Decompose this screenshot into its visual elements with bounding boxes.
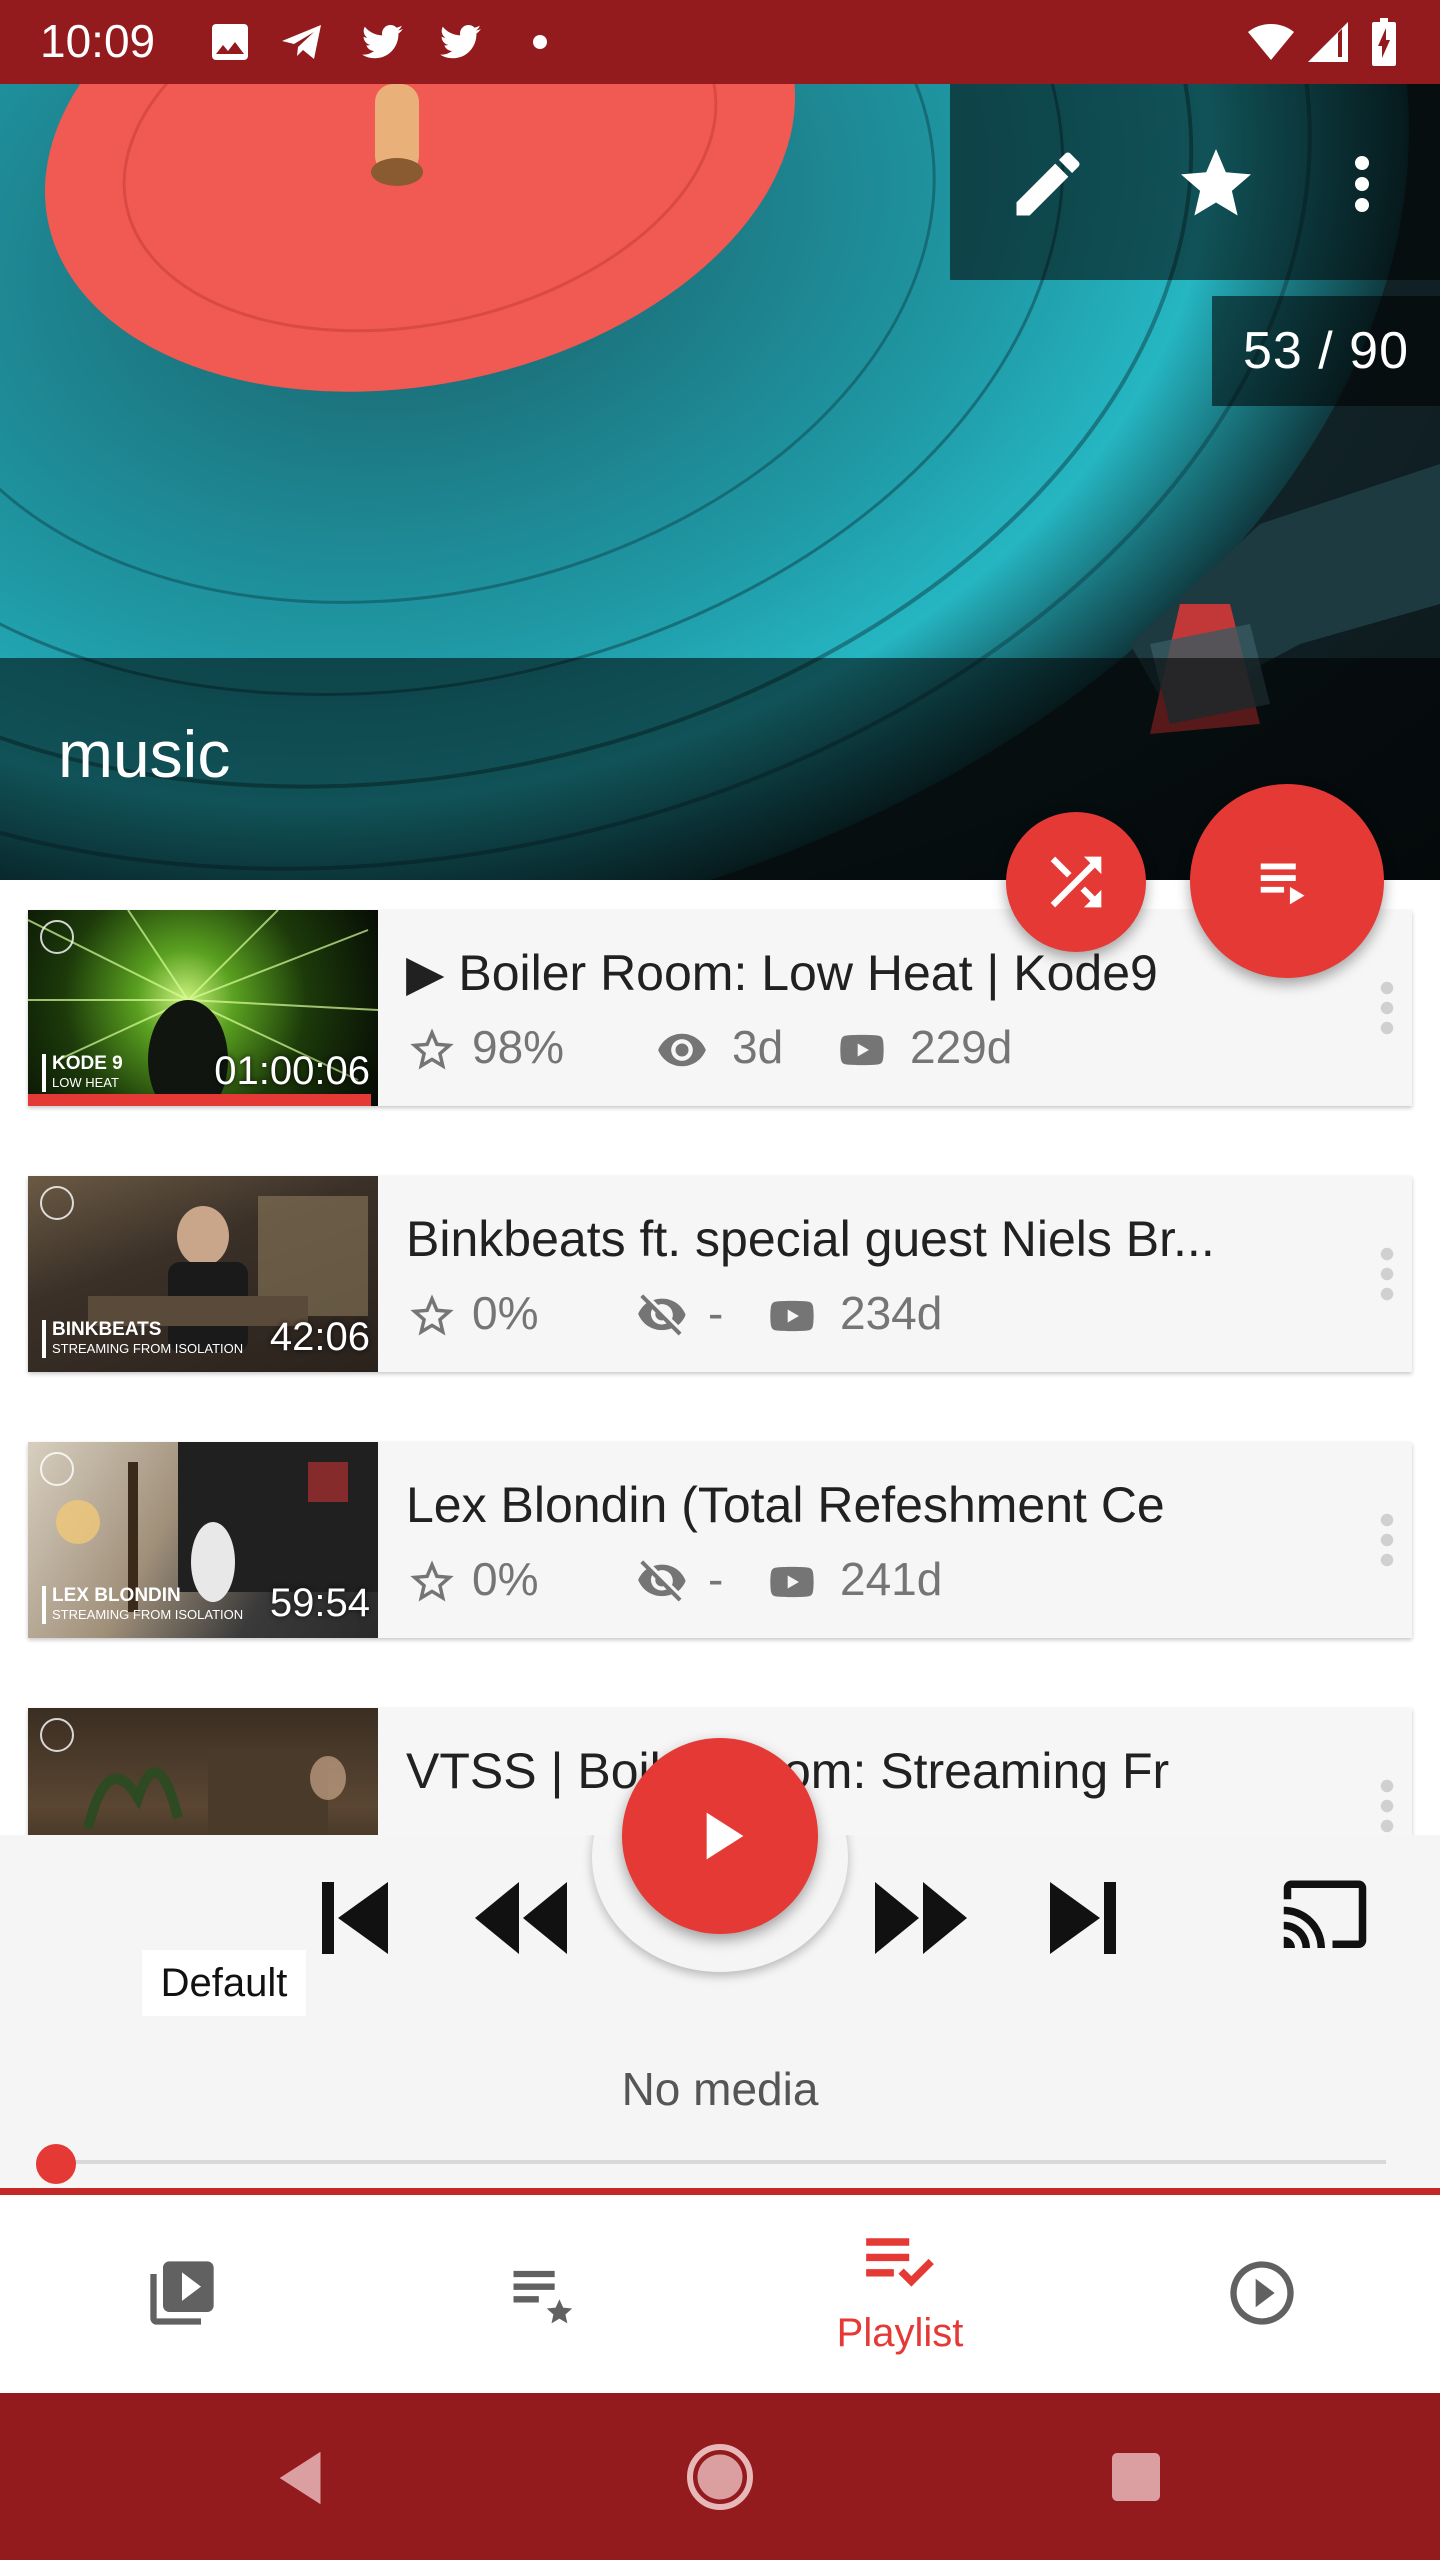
- thumbnail-caption: BINKBEATS STREAMING FROM ISOLATION: [42, 1320, 243, 1358]
- rating-text: 98%: [472, 1021, 565, 1073]
- nav-item-library[interactable]: [0, 2195, 360, 2393]
- playlist-star-icon: [513, 2270, 573, 2324]
- watched-text: -: [708, 1287, 724, 1339]
- video-thumbnail[interactable]: LEX BLONDIN STREAMING FROM ISOLATION 59:5…: [28, 1442, 378, 1638]
- edit-icon[interactable]: [1006, 142, 1090, 226]
- channel-logo: [40, 1718, 74, 1752]
- rating-text: 0%: [472, 1287, 539, 1339]
- list-item[interactable]: KODE 9 LOW HEAT 01:00:06 ▶ Boiler Room: L…: [28, 910, 1412, 1106]
- watched-text: 3d: [732, 1021, 784, 1073]
- nav-item-playlist[interactable]: Playlist: [720, 2195, 1080, 2393]
- thumbnail-art: [83, 1748, 346, 1835]
- shuffle-button[interactable]: [1006, 812, 1146, 952]
- channel-logo: [40, 1452, 74, 1486]
- video-thumbnail[interactable]: [28, 1708, 378, 1835]
- battery-charging-icon: [1372, 18, 1396, 66]
- star-outline-icon: [410, 1294, 454, 1336]
- player-status: No media: [621, 2063, 819, 2115]
- youtube-icon: [840, 1034, 884, 1066]
- play-circle-icon: [1230, 2261, 1294, 2325]
- published-text: 241d: [840, 1553, 943, 1605]
- playlist-title: music: [58, 717, 231, 791]
- shuffle-icon: [1050, 856, 1102, 908]
- video-title: Binkbeats ft. special guest Niels Br...: [406, 1211, 1215, 1267]
- video-count-badge: 53 / 90: [1212, 296, 1440, 406]
- video-duration: 42:06: [269, 1315, 370, 1359]
- eye-icon: [658, 1033, 706, 1067]
- video-duration: 59:54: [269, 1581, 370, 1625]
- watched-text: -: [708, 1553, 724, 1605]
- star-outline-icon: [410, 1560, 454, 1602]
- list-item[interactable]: LEX BLONDIN STREAMING FROM ISOLATION 59:5…: [28, 1442, 1412, 1638]
- recents-icon[interactable]: [1104, 2445, 1168, 2509]
- video-duration: 01:00:06: [214, 1049, 370, 1093]
- skip-previous-icon[interactable]: [306, 1878, 402, 1958]
- more-vert-icon[interactable]: [1320, 142, 1404, 226]
- youtube-icon: [770, 1300, 814, 1332]
- more-vert-icon[interactable]: [1376, 1244, 1398, 1304]
- home-icon[interactable]: [684, 2441, 756, 2513]
- player-divider: [0, 2188, 1440, 2195]
- nav-item-label: Playlist: [836, 2311, 964, 2355]
- nav-item-player[interactable]: [1080, 2195, 1440, 2393]
- play-icon: [706, 1812, 744, 1860]
- more-vert-icon[interactable]: [1376, 1510, 1398, 1570]
- system-navigation-bar: [0, 2393, 1440, 2560]
- video-title: Lex Blondin (Total Refeshment Ce: [406, 1477, 1165, 1533]
- twitter-icon: [440, 25, 481, 59]
- nav-item-favorites[interactable]: [360, 2195, 720, 2393]
- youtube-icon: [770, 1566, 814, 1598]
- playlist-header: 53 / 90 music: [0, 84, 1440, 880]
- seek-bar[interactable]: [56, 2160, 1386, 2164]
- status-bar: 10:09: [0, 0, 1440, 84]
- cellular-icon: [1308, 22, 1348, 62]
- rewind-icon[interactable]: [470, 1878, 576, 1958]
- dot-icon: [533, 35, 547, 49]
- wifi-icon: [1248, 24, 1294, 60]
- list-item[interactable]: BINKBEATS STREAMING FROM ISOLATION 42:06 …: [28, 1176, 1412, 1372]
- playlist-play-icon: [1260, 863, 1305, 905]
- published-text: 229d: [910, 1021, 1013, 1073]
- playlist-check-icon: [866, 2238, 934, 2287]
- star-icon[interactable]: [1174, 142, 1258, 226]
- watch-progress-bar: [28, 1094, 371, 1106]
- published-text: 234d: [840, 1287, 943, 1339]
- bottom-navigation: Playlist: [0, 2195, 1440, 2393]
- header-actions: [950, 84, 1440, 280]
- telegram-icon: [282, 25, 321, 59]
- more-vert-icon[interactable]: [1376, 1776, 1398, 1835]
- video-thumbnail[interactable]: KODE 9 LOW HEAT 01:00:06: [28, 910, 378, 1106]
- eye-off-icon: [638, 1294, 686, 1336]
- video-list: KODE 9 LOW HEAT 01:00:06 ▶ Boiler Room: L…: [0, 880, 1440, 1835]
- status-time: 10:09: [40, 15, 156, 67]
- thumbnail-caption: KODE 9 LOW HEAT: [42, 1054, 123, 1092]
- seek-bar-thumb[interactable]: [36, 2144, 76, 2184]
- channel-logo: [40, 1186, 74, 1220]
- eye-off-icon: [638, 1560, 686, 1602]
- play-queue-button[interactable]: [1190, 784, 1384, 978]
- cast-icon[interactable]: [1280, 1878, 1370, 1958]
- channel-logo: [40, 920, 74, 954]
- more-vert-icon[interactable]: [1376, 978, 1398, 1038]
- video-thumbnail[interactable]: BINKBEATS STREAMING FROM ISOLATION 42:06: [28, 1176, 378, 1372]
- video-library-icon: [150, 2261, 214, 2325]
- skip-next-icon[interactable]: [1036, 1878, 1132, 1958]
- image-icon: [212, 24, 248, 60]
- video-title: ▶ Boiler Room: Low Heat | Kode9: [406, 945, 1158, 1001]
- rating-text: 0%: [472, 1553, 539, 1605]
- back-icon[interactable]: [268, 2443, 338, 2513]
- star-outline-icon: [410, 1028, 454, 1070]
- play-button[interactable]: [622, 1738, 818, 1934]
- fast-forward-icon[interactable]: [866, 1878, 972, 1958]
- quality-label[interactable]: Default: [142, 1950, 306, 2016]
- twitter-icon: [362, 25, 403, 59]
- thumbnail-caption: LEX BLONDIN STREAMING FROM ISOLATION: [42, 1586, 243, 1624]
